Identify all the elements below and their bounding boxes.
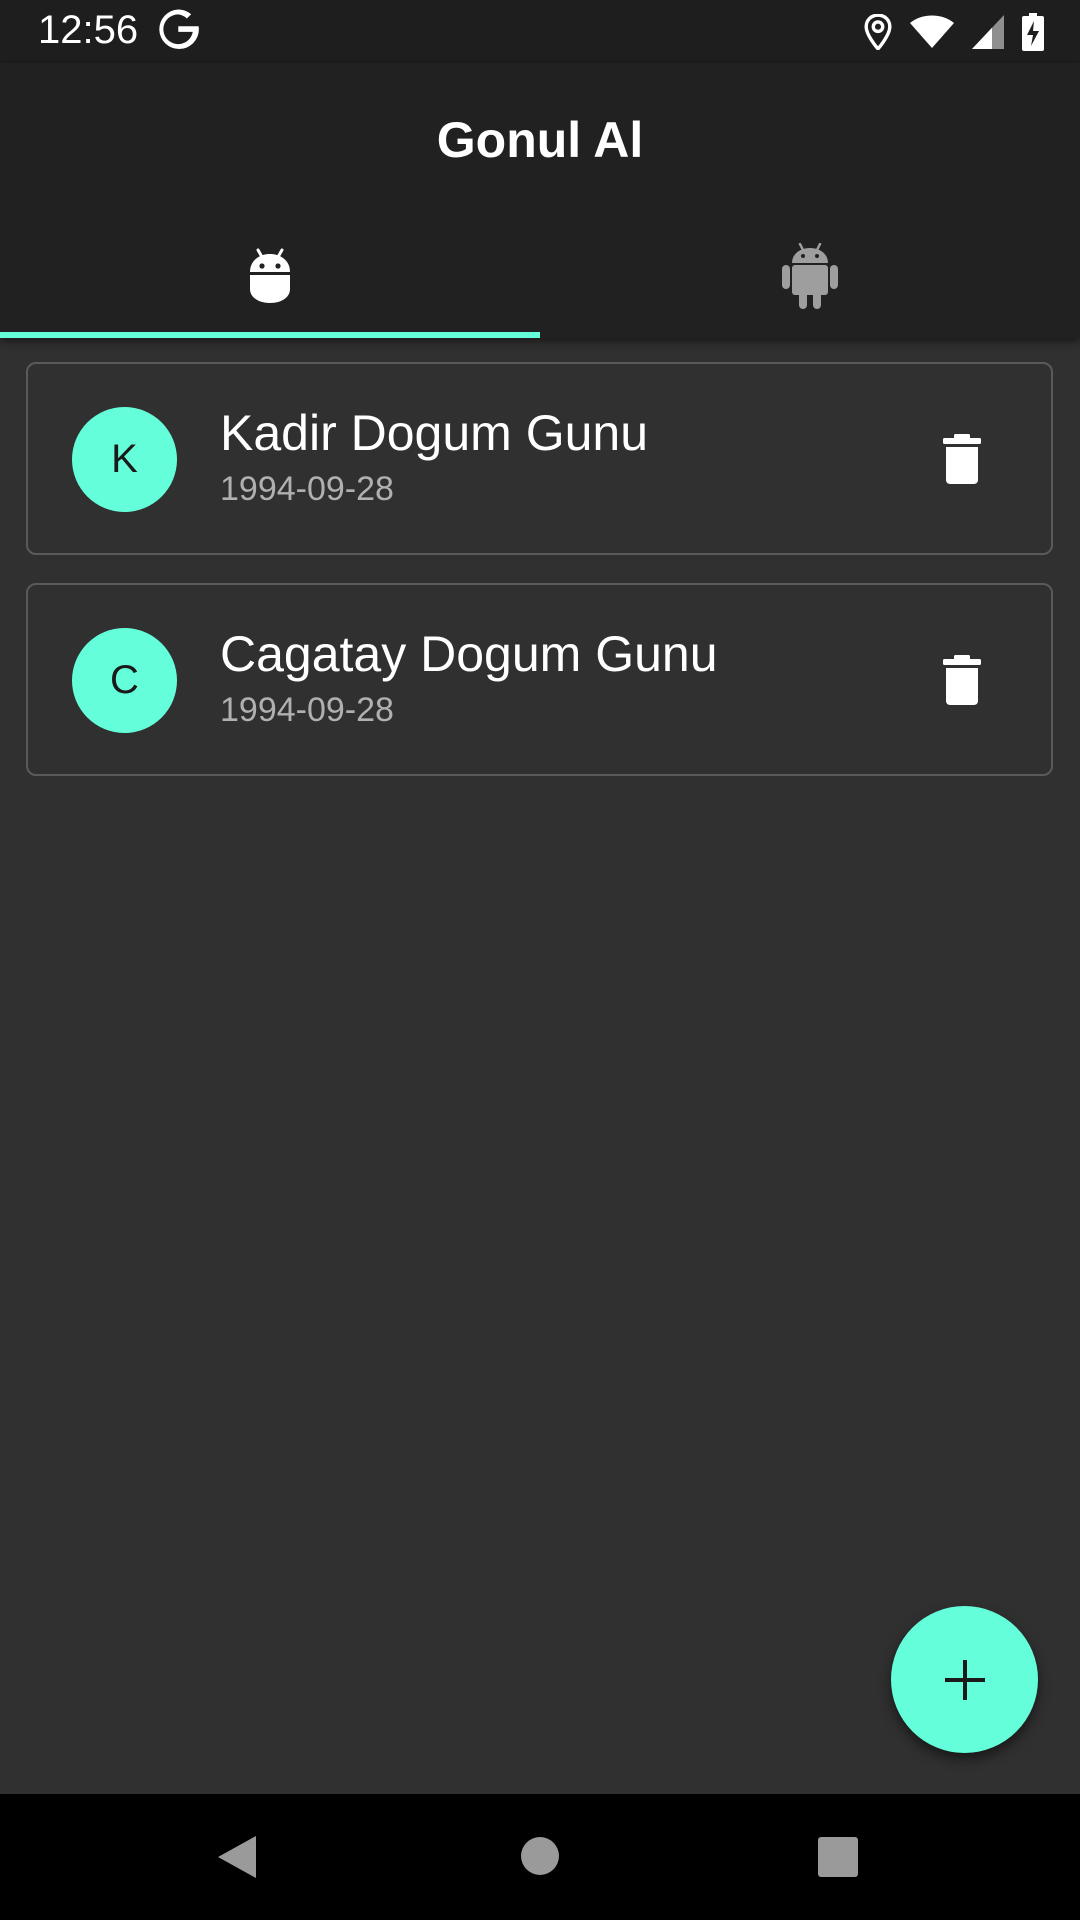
list-item-title: Kadir Dogum Gunu	[220, 405, 649, 461]
back-icon[interactable]	[216, 1834, 258, 1880]
google-g-icon	[159, 9, 199, 50]
android-head-icon	[250, 248, 290, 303]
tab-android-robot[interactable]	[540, 213, 1080, 338]
tab-bar	[0, 213, 1080, 338]
battery-charging-icon	[1022, 13, 1044, 51]
list-item-date: 1994-09-28	[220, 470, 394, 508]
app-bar: Gonul Al	[0, 63, 1080, 338]
birthday-list: K Kadir Dogum Gunu 1994-09-28 C Cagatay …	[26, 362, 1053, 804]
avatar: K	[72, 407, 177, 512]
recents-icon[interactable]	[818, 1837, 858, 1877]
plus-icon	[944, 1659, 985, 1700]
status-time: 12:56	[38, 8, 139, 52]
delete-icon[interactable]	[943, 655, 981, 705]
status-icons	[864, 12, 1044, 52]
wifi-icon	[910, 15, 954, 48]
list-item[interactable]: C Cagatay Dogum Gunu 1994-09-28	[26, 583, 1053, 776]
tab-indicator	[0, 332, 540, 338]
location-icon	[864, 14, 892, 50]
list-item[interactable]: K Kadir Dogum Gunu 1994-09-28	[26, 362, 1053, 555]
add-button[interactable]	[891, 1606, 1038, 1753]
avatar: C	[72, 628, 177, 733]
status-bar: 12:56	[0, 0, 1080, 63]
delete-icon[interactable]	[943, 434, 981, 484]
list-item-title: Cagatay Dogum Gunu	[220, 626, 718, 682]
page-title: Gonul Al	[436, 112, 644, 168]
android-robot-icon	[782, 242, 838, 309]
list-item-date: 1994-09-28	[220, 691, 394, 729]
system-nav-bar	[0, 1794, 1080, 1920]
home-icon[interactable]	[520, 1836, 560, 1876]
signal-icon	[972, 15, 1004, 49]
tab-android-head[interactable]	[0, 213, 540, 338]
